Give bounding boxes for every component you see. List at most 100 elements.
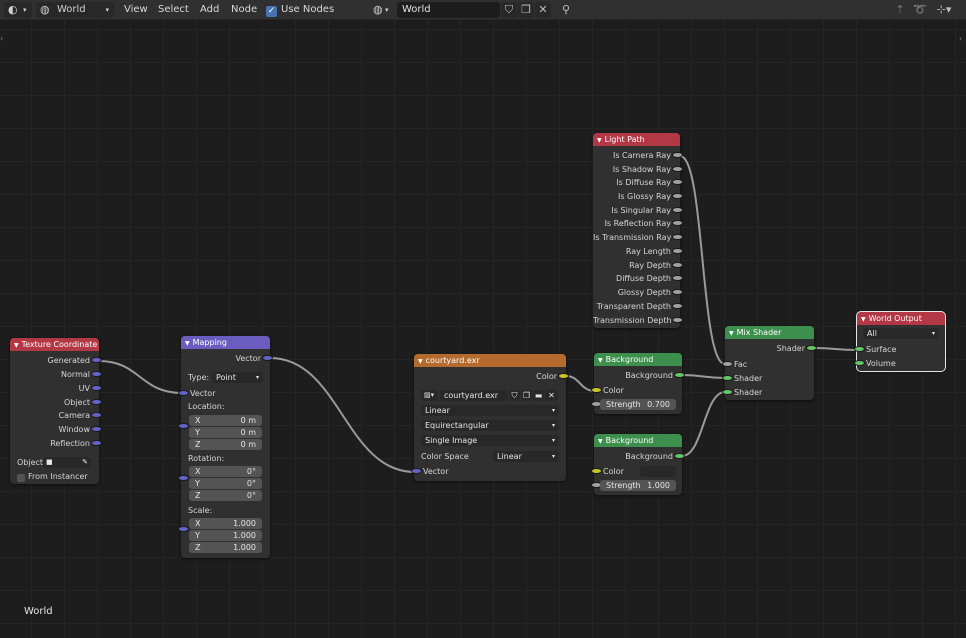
output-socket[interactable] [672, 303, 683, 309]
node-header[interactable]: ▼ Background [594, 434, 682, 447]
source-dropdown[interactable]: Single Image ▾ [421, 435, 559, 446]
color-swatch[interactable] [640, 466, 676, 477]
close-icon[interactable]: ✕ [545, 390, 558, 401]
output-socket[interactable] [672, 262, 683, 268]
input-socket[interactable] [591, 468, 602, 474]
node-world-output[interactable]: ▼ World Output All ▾ Surface Volume [854, 311, 946, 372]
output-socket[interactable] [672, 317, 683, 323]
output-socket[interactable] [806, 345, 817, 351]
location-y-field[interactable]: Y 0 m [189, 427, 262, 438]
input-socket[interactable] [722, 375, 733, 381]
output-socket[interactable] [674, 372, 685, 378]
world-browse-button[interactable]: ◍ ▾ [371, 2, 395, 18]
overlay-snap-icon[interactable]: ➰ [912, 2, 928, 18]
location-input-socket[interactable] [178, 423, 189, 429]
node-mapping[interactable]: ▼ Mapping Vector Type: Point ▾ Vector Loca… [178, 336, 273, 558]
collapse-arrow-icon[interactable]: ▼ [14, 339, 19, 352]
collapse-arrow-icon[interactable]: ▼ [418, 355, 423, 368]
close-icon[interactable]: ✕ [535, 2, 551, 18]
node-header[interactable]: ▼ Texture Coordinate [10, 338, 99, 351]
input-socket[interactable] [591, 387, 602, 393]
image-name-field[interactable]: courtyard.exr [440, 390, 508, 401]
image-browse-button[interactable]: ▨▾ [421, 390, 438, 401]
node-header[interactable]: ▼ Mapping [181, 336, 270, 349]
strength-field[interactable]: Strength 1.000 [600, 480, 676, 491]
node-header[interactable]: ▼ World Output [857, 312, 945, 325]
output-socket[interactable] [672, 234, 683, 240]
folder-icon[interactable]: ▬ [533, 390, 544, 401]
output-socket[interactable] [672, 289, 683, 295]
rotation-x-field[interactable]: X 0° [189, 466, 262, 477]
rotation-z-field[interactable]: Z 0° [189, 490, 262, 501]
output-socket[interactable] [91, 371, 102, 377]
from-instancer-checkbox[interactable] [17, 474, 25, 482]
output-socket[interactable] [91, 426, 102, 432]
node-background-1[interactable]: ▼ Background Background Color Strength 0.7… [591, 353, 685, 414]
target-dropdown[interactable]: All ▾ [863, 328, 939, 339]
world-name-field[interactable]: World [397, 2, 500, 18]
collapse-arrow-icon[interactable]: ▼ [597, 134, 602, 147]
input-socket[interactable] [411, 468, 422, 474]
output-socket[interactable] [91, 357, 102, 363]
link-vector-to-image[interactable] [269, 357, 416, 473]
menu-view[interactable]: View [124, 3, 148, 17]
output-socket[interactable] [672, 275, 683, 281]
parent-node-tree-icon[interactable]: ⇡ [892, 2, 908, 18]
output-socket[interactable] [672, 220, 683, 226]
use-nodes-toggle[interactable]: ✓ Use Nodes [266, 3, 334, 17]
location-z-field[interactable]: Z 0 m [189, 439, 262, 450]
input-socket[interactable] [722, 361, 733, 367]
eyedropper-icon[interactable]: ✎ [82, 457, 88, 468]
scale-y-field[interactable]: Y 1.000 [189, 530, 262, 541]
input-socket[interactable] [854, 346, 865, 352]
pin-icon[interactable]: ⚲ [558, 2, 574, 18]
output-socket[interactable] [674, 453, 685, 459]
rotation-input-socket[interactable] [178, 475, 189, 481]
interpolation-dropdown[interactable]: Linear ▾ [421, 405, 559, 416]
strength-field[interactable]: Strength 0.700 [600, 399, 676, 410]
link-camera-ray-to-fac[interactable] [679, 155, 726, 365]
shader-type-dropdown[interactable]: ◍ World ▾ [36, 2, 114, 18]
output-socket[interactable] [91, 412, 102, 418]
output-socket[interactable] [672, 152, 683, 158]
input-socket[interactable] [854, 360, 865, 366]
node-environment-texture[interactable]: ▼ courtyard.exr Color ▨▾ courtyard.exr ⛉ … [411, 354, 569, 481]
node-background-2[interactable]: ▼ Background Background Color Strength 1.0… [591, 434, 685, 495]
link-bg2-to-shader[interactable] [681, 391, 726, 457]
node-light-path[interactable]: ▼ Light Path Is Camera Ray Is Shadow Ray … [593, 133, 683, 328]
link-generated-to-vector[interactable] [98, 360, 183, 394]
scale-input-socket[interactable] [178, 526, 189, 532]
node-mix-shader[interactable]: ▼ Mix Shader Shader Fac Shader Shader [722, 326, 817, 400]
input-socket[interactable] [722, 389, 733, 395]
link-bg1-to-shader[interactable] [681, 374, 726, 379]
node-texture-coordinate[interactable]: ▼ Texture Coordinate Generated Normal UV … [10, 338, 102, 484]
snapping-settings-icon[interactable]: ⊹▾ [932, 2, 956, 18]
output-socket[interactable] [672, 179, 683, 185]
menu-node[interactable]: Node [231, 3, 257, 17]
output-socket[interactable] [672, 166, 683, 172]
node-header[interactable]: ▼ Background [594, 353, 682, 366]
scale-x-field[interactable]: X 1.000 [189, 518, 262, 529]
rotation-y-field[interactable]: Y 0° [189, 478, 262, 489]
fake-user-shield-icon[interactable]: ⛉ [501, 2, 517, 18]
link-mix-to-surface[interactable] [813, 347, 858, 351]
collapse-arrow-icon[interactable]: ▼ [861, 313, 866, 326]
input-socket[interactable] [178, 390, 189, 396]
output-socket[interactable] [91, 385, 102, 391]
location-x-field[interactable]: X 0 m [189, 415, 262, 426]
sidebar-expand-left-icon[interactable]: › [0, 34, 3, 43]
output-socket[interactable] [672, 248, 683, 254]
duplicate-icon[interactable]: ❐ [518, 2, 534, 18]
output-socket[interactable] [672, 193, 683, 199]
node-header[interactable]: ▼ Light Path [593, 133, 680, 146]
menu-add[interactable]: Add [200, 3, 219, 17]
duplicate-icon[interactable]: ❐ [521, 390, 532, 401]
collapse-arrow-icon[interactable]: ▼ [598, 354, 603, 367]
output-socket[interactable] [558, 373, 569, 379]
output-socket[interactable] [91, 399, 102, 405]
sidebar-expand-right-icon[interactable]: ‹ [959, 34, 962, 43]
scale-z-field[interactable]: Z 1.000 [189, 542, 262, 553]
collapse-arrow-icon[interactable]: ▼ [598, 435, 603, 448]
collapse-arrow-icon[interactable]: ▼ [185, 337, 190, 350]
object-field[interactable]: ■ ✎ [43, 457, 91, 468]
